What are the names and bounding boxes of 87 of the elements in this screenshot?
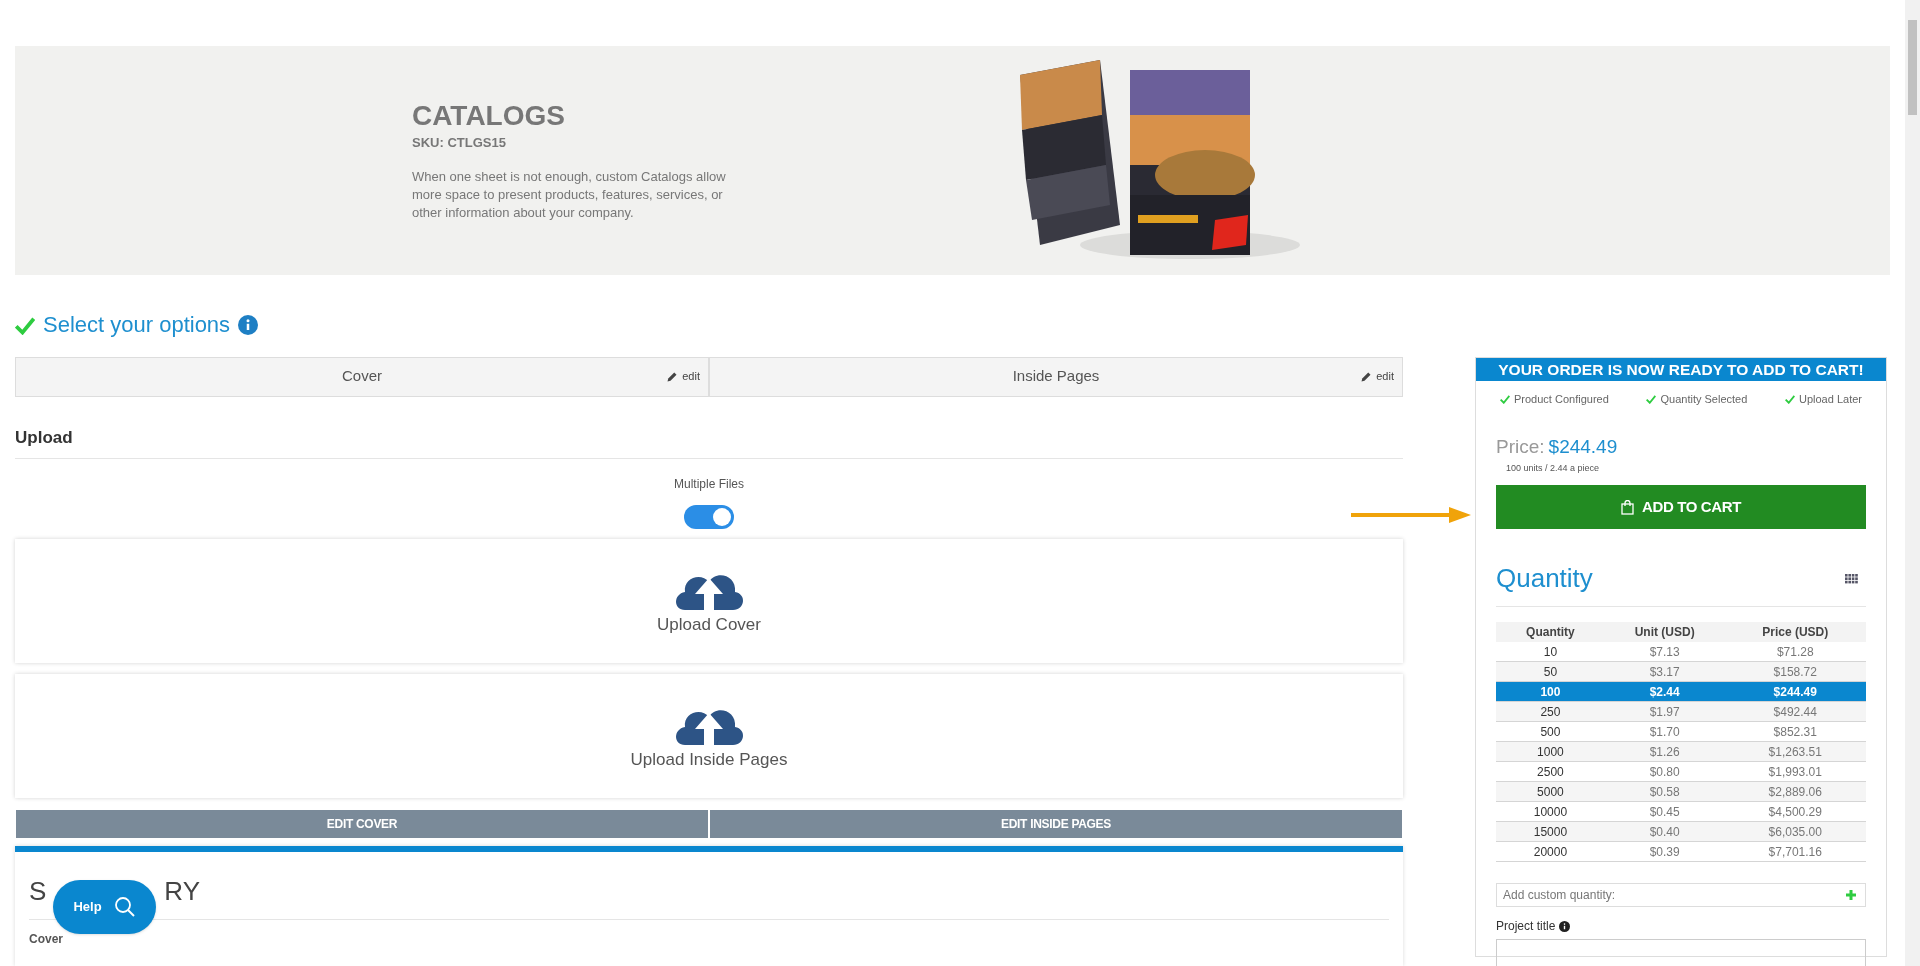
quantity-row[interactable]: 250 $1.97 $492.44 xyxy=(1496,702,1866,723)
table-cell-text: $0.40 xyxy=(1648,823,1681,841)
table-cell-text: $4,500.29 xyxy=(1767,803,1823,821)
price-note: 100 units / 2.44 a piece xyxy=(1506,461,1601,475)
price-value: $244.49 xyxy=(1548,435,1618,460)
multiple-files-label: Multiple Files xyxy=(674,476,744,493)
table-cell-text: $0.39 xyxy=(1648,843,1681,861)
table-cell-text: $1.97 xyxy=(1648,703,1681,721)
summary-title: RY xyxy=(164,875,200,908)
edit-link[interactable]: edit xyxy=(682,368,700,385)
table-cell-text: 250 xyxy=(1539,703,1562,721)
table-cell-text: $1.70 xyxy=(1648,723,1681,741)
table-cell-text: $7.13 xyxy=(1648,643,1681,661)
product-description: When one sheet is not enough, custom Catalogs allow more space to present products, features, services, or other information about your company. xyxy=(412,168,727,223)
product-title: CATALOGS xyxy=(412,98,566,133)
table-cell-text: 1000 xyxy=(1536,743,1565,761)
shopping-bag-icon xyxy=(1621,499,1635,515)
table-cell-text: 10000 xyxy=(1532,803,1569,821)
pencil-icon xyxy=(1360,370,1373,383)
table-cell-text: $158.72 xyxy=(1772,663,1818,681)
quantity-row[interactable]: 5000 $0.58 $2,889.06 xyxy=(1496,782,1866,803)
table-cell-text: 10 xyxy=(1542,643,1559,661)
plus-icon[interactable] xyxy=(1846,890,1856,901)
project-title-field[interactable] xyxy=(1496,939,1866,966)
table-cell-text: 15000 xyxy=(1532,823,1569,841)
upload-heading: Upload xyxy=(15,424,1403,459)
scrollbar[interactable] xyxy=(1905,0,1920,966)
upload-dropzone[interactable]: Upload Inside Pages xyxy=(15,674,1403,798)
upload-dropzone[interactable]: Upload Cover xyxy=(15,539,1403,663)
project-title-label: Project title xyxy=(1496,918,1556,936)
table-cell-text: $1.26 xyxy=(1648,743,1681,761)
upload-label: Upload Cover xyxy=(657,614,761,637)
upload-label: Upload Inside Pages xyxy=(630,749,788,772)
quantity-row[interactable]: 1000 $1.26 $1,263.51 xyxy=(1496,742,1866,763)
column-header: Unit (USD) xyxy=(1633,624,1696,642)
info-icon xyxy=(1559,920,1571,932)
edit-button[interactable]: EDIT INSIDE PAGES xyxy=(710,810,1402,838)
check-icon xyxy=(1500,394,1510,404)
table-cell-text: 500 xyxy=(1539,723,1562,741)
table-cell-text: $2.44 xyxy=(1648,683,1681,701)
order-ready-banner: YOUR ORDER IS NOW READY TO ADD TO CART! xyxy=(1476,357,1886,381)
status-check-label: Quantity Selected xyxy=(1660,391,1748,407)
product-sku: SKU: CTLGS15 xyxy=(412,133,507,152)
option-tab[interactable]: Cover edit xyxy=(15,356,709,397)
status-check-label: Upload Later xyxy=(1799,391,1862,407)
column-header: Quantity xyxy=(1525,624,1576,642)
table-cell-text: 100 xyxy=(1539,683,1562,701)
quantity-row[interactable]: 100 $2.44 $244.49 xyxy=(1496,682,1866,703)
table-cell-text: $244.49 xyxy=(1772,683,1818,701)
table-cell-text: $6,035.00 xyxy=(1767,823,1823,841)
table-cell-text: $492.44 xyxy=(1772,703,1818,721)
table-cell-text: 50 xyxy=(1542,663,1559,681)
add-to-cart-button[interactable]: ADD TO CART xyxy=(1496,485,1866,530)
table-cell-text: 2500 xyxy=(1536,763,1565,781)
check-icon xyxy=(1646,394,1657,404)
table-cell-text: 20000 xyxy=(1532,843,1569,861)
table-cell-text: $1,993.01 xyxy=(1767,763,1823,781)
table-cell-text: $2,889.06 xyxy=(1767,783,1823,801)
quantity-heading: Quantity xyxy=(1496,562,1593,596)
table-cell-text: $0.45 xyxy=(1648,803,1681,821)
quantity-row[interactable]: 15000 $0.40 $6,035.00 xyxy=(1496,822,1866,843)
info-icon xyxy=(238,314,259,335)
price-label: Price: xyxy=(1496,435,1545,460)
options-heading: Select your options xyxy=(43,311,231,339)
check-icon xyxy=(1785,394,1795,404)
help-button[interactable]: Help xyxy=(53,880,156,934)
table-cell-text: $0.80 xyxy=(1648,763,1681,781)
pencil-icon xyxy=(666,370,679,383)
status-check-label: Product Configured xyxy=(1514,391,1609,407)
quantity-row[interactable]: 50 $3.17 $158.72 xyxy=(1496,662,1866,683)
multiple-files-toggle[interactable] xyxy=(684,505,734,529)
summary-section-label: Cover xyxy=(29,931,64,948)
table-cell-text: $3.17 xyxy=(1648,663,1681,681)
edit-button[interactable]: EDIT COVER xyxy=(16,810,708,838)
option-tab[interactable]: Inside Pages edit xyxy=(709,356,1403,397)
search-icon xyxy=(113,896,136,918)
table-cell-text: $0.58 xyxy=(1648,783,1681,801)
summary-title: S xyxy=(29,875,47,908)
column-header: Price (USD) xyxy=(1761,624,1830,642)
edit-link[interactable]: edit xyxy=(1376,368,1394,385)
table-cell-text: $7,701.16 xyxy=(1767,843,1823,861)
table-cell-text: $1,263.51 xyxy=(1767,743,1823,761)
table-cell-text: $71.28 xyxy=(1775,643,1815,661)
custom-quantity-field[interactable]: Add custom quantity: xyxy=(1496,883,1866,908)
table-cell-text: $852.31 xyxy=(1772,723,1818,741)
grid-icon[interactable] xyxy=(1845,573,1858,584)
table-cell-text: 5000 xyxy=(1536,783,1565,801)
